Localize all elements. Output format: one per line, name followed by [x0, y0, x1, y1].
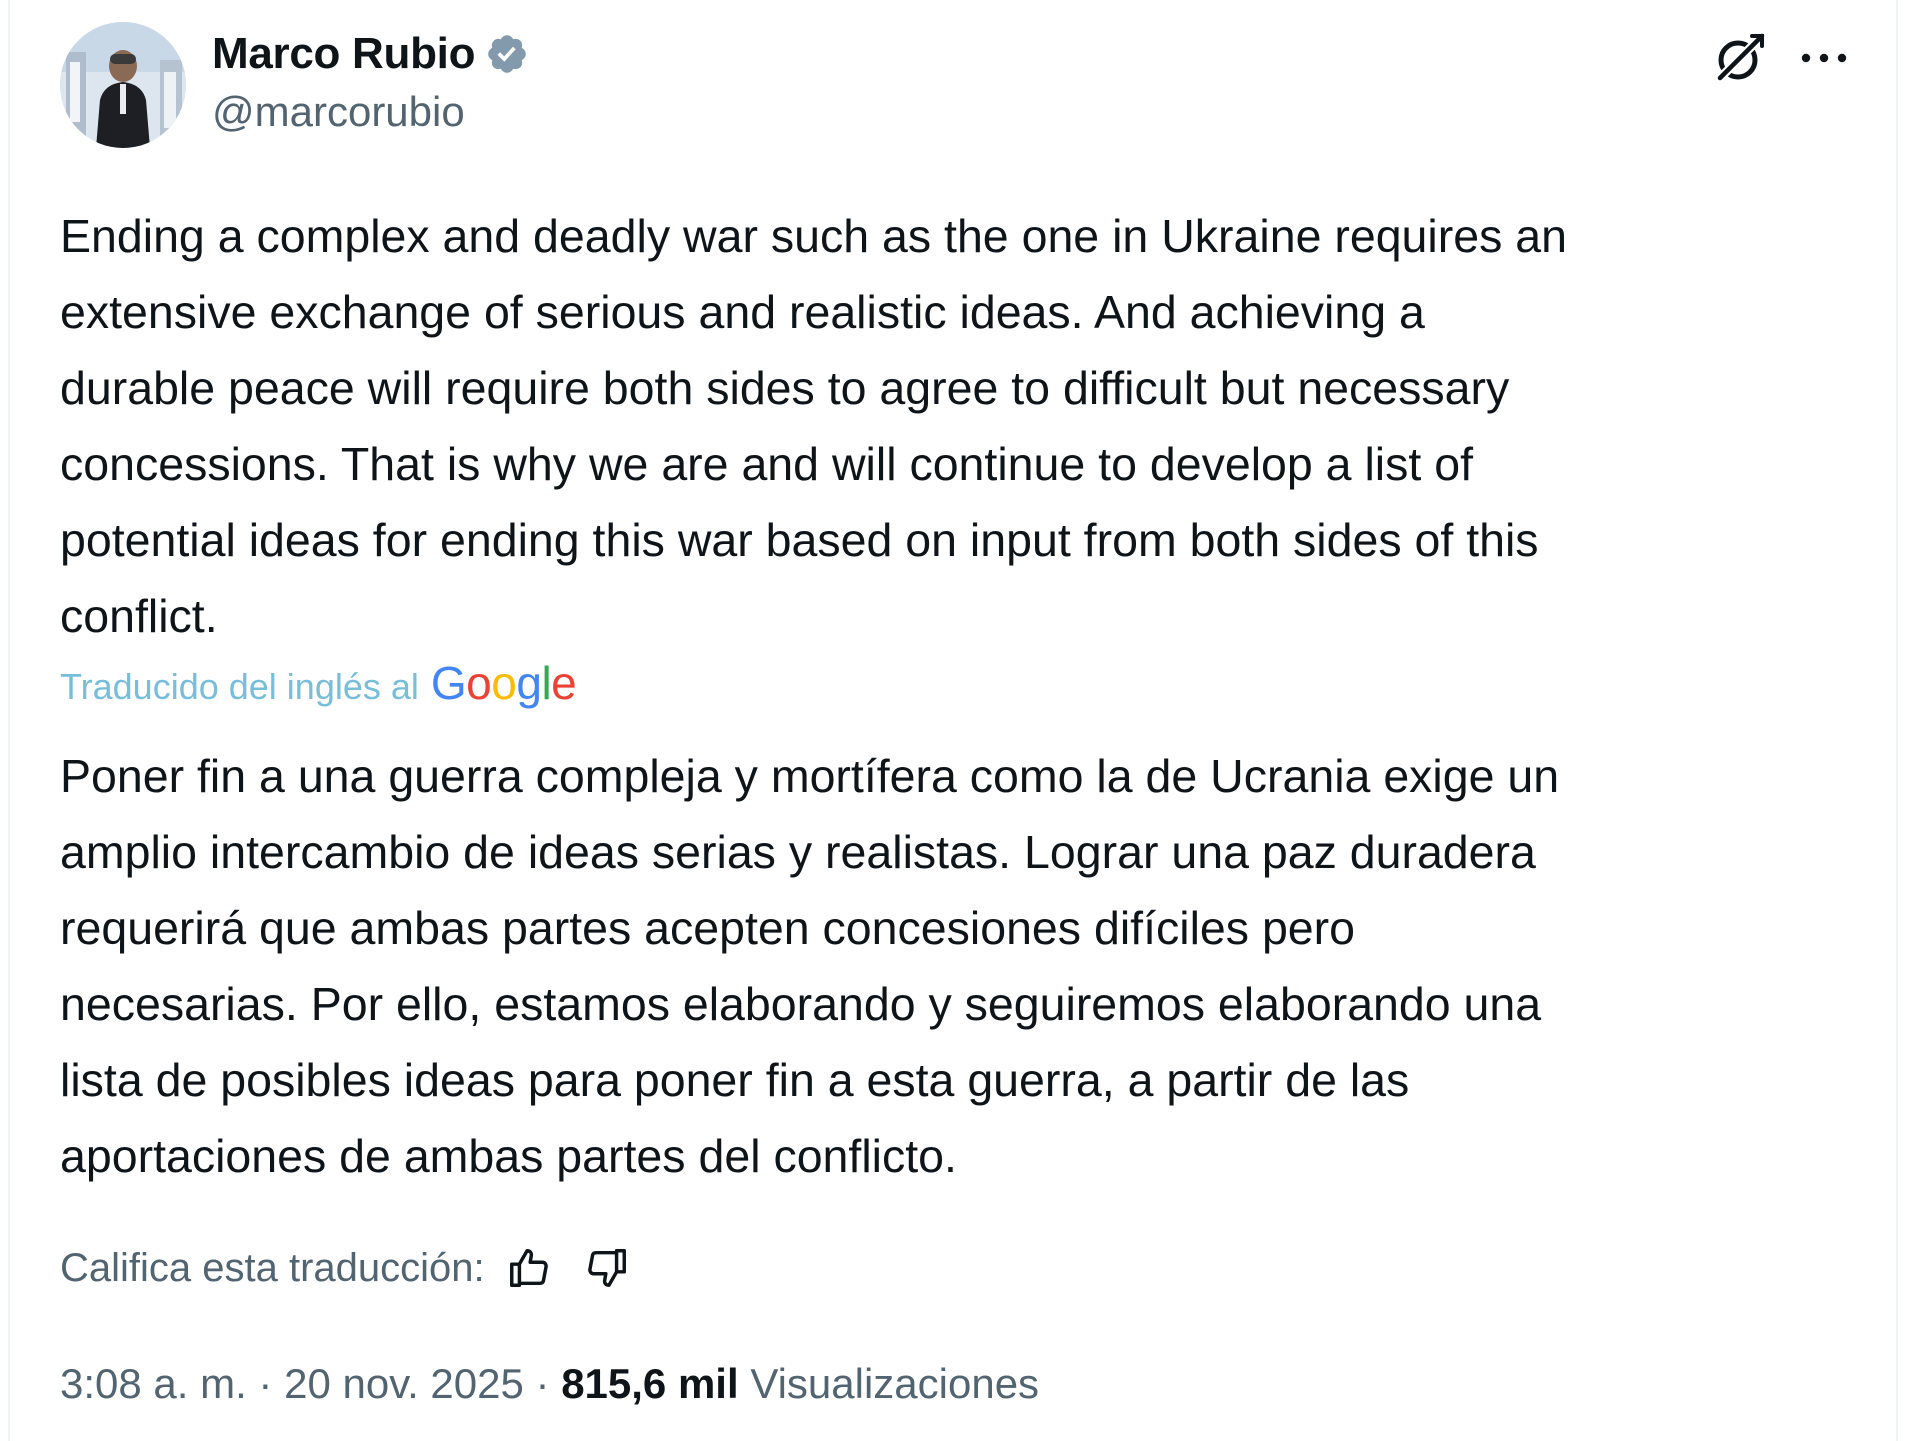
google-logo-letter: G [430, 657, 467, 709]
author-handle[interactable]: @marcorubio [212, 88, 529, 136]
thumbs-up-icon[interactable] [503, 1242, 555, 1294]
meta-separator: · [246, 1360, 285, 1407]
translated-from-label: Traducido del inglés al [60, 666, 419, 707]
tweet-card: Marco Rubio @marcorubio Ending a complex… [8, 0, 1898, 1441]
grok-icon[interactable] [1712, 30, 1768, 86]
author-info: Marco Rubio @marcorubio [212, 24, 529, 136]
verified-badge-icon[interactable] [485, 32, 529, 76]
tweet-text: Ending a complex and deadly war such as … [60, 210, 1567, 642]
views-count: 815,6 mil [561, 1360, 739, 1407]
google-logo: Google [430, 656, 577, 710]
tweet-header: Marco Rubio @marcorubio [60, 22, 1860, 152]
google-logo-letter: o [491, 657, 517, 709]
avatar-image [60, 22, 186, 148]
tweet-date[interactable]: 20 nov. 2025 [284, 1360, 524, 1408]
google-logo-letter: o [466, 657, 492, 709]
avatar[interactable] [60, 22, 186, 148]
rate-translation-row: Califica esta traducción: [60, 1238, 633, 1298]
more-options-icon[interactable] [1796, 36, 1852, 80]
google-logo-letter: g [516, 657, 542, 709]
name-row: Marco Rubio [212, 24, 529, 84]
google-logo-letter: l [541, 657, 552, 709]
author-display-name[interactable]: Marco Rubio [212, 29, 475, 79]
tweet-time[interactable]: 3:08 a. m. [60, 1360, 247, 1408]
rate-translation-label: Califica esta traducción: [60, 1245, 485, 1290]
tweet-meta: 3:08 a. m. · 20 nov. 2025 · 815,6 mil Vi… [60, 1354, 1039, 1414]
translation-attribution: Traducido del inglés al Google [60, 656, 577, 716]
google-logo-letter: e [551, 657, 577, 709]
thumbs-down-icon[interactable] [581, 1242, 633, 1294]
views-label: Visualizaciones [739, 1360, 1039, 1408]
views-label-text: Visualizaciones [750, 1360, 1040, 1407]
translated-text: Poner fin a una guerra compleja y mortíf… [60, 750, 1560, 1182]
meta-separator: · [523, 1360, 562, 1407]
